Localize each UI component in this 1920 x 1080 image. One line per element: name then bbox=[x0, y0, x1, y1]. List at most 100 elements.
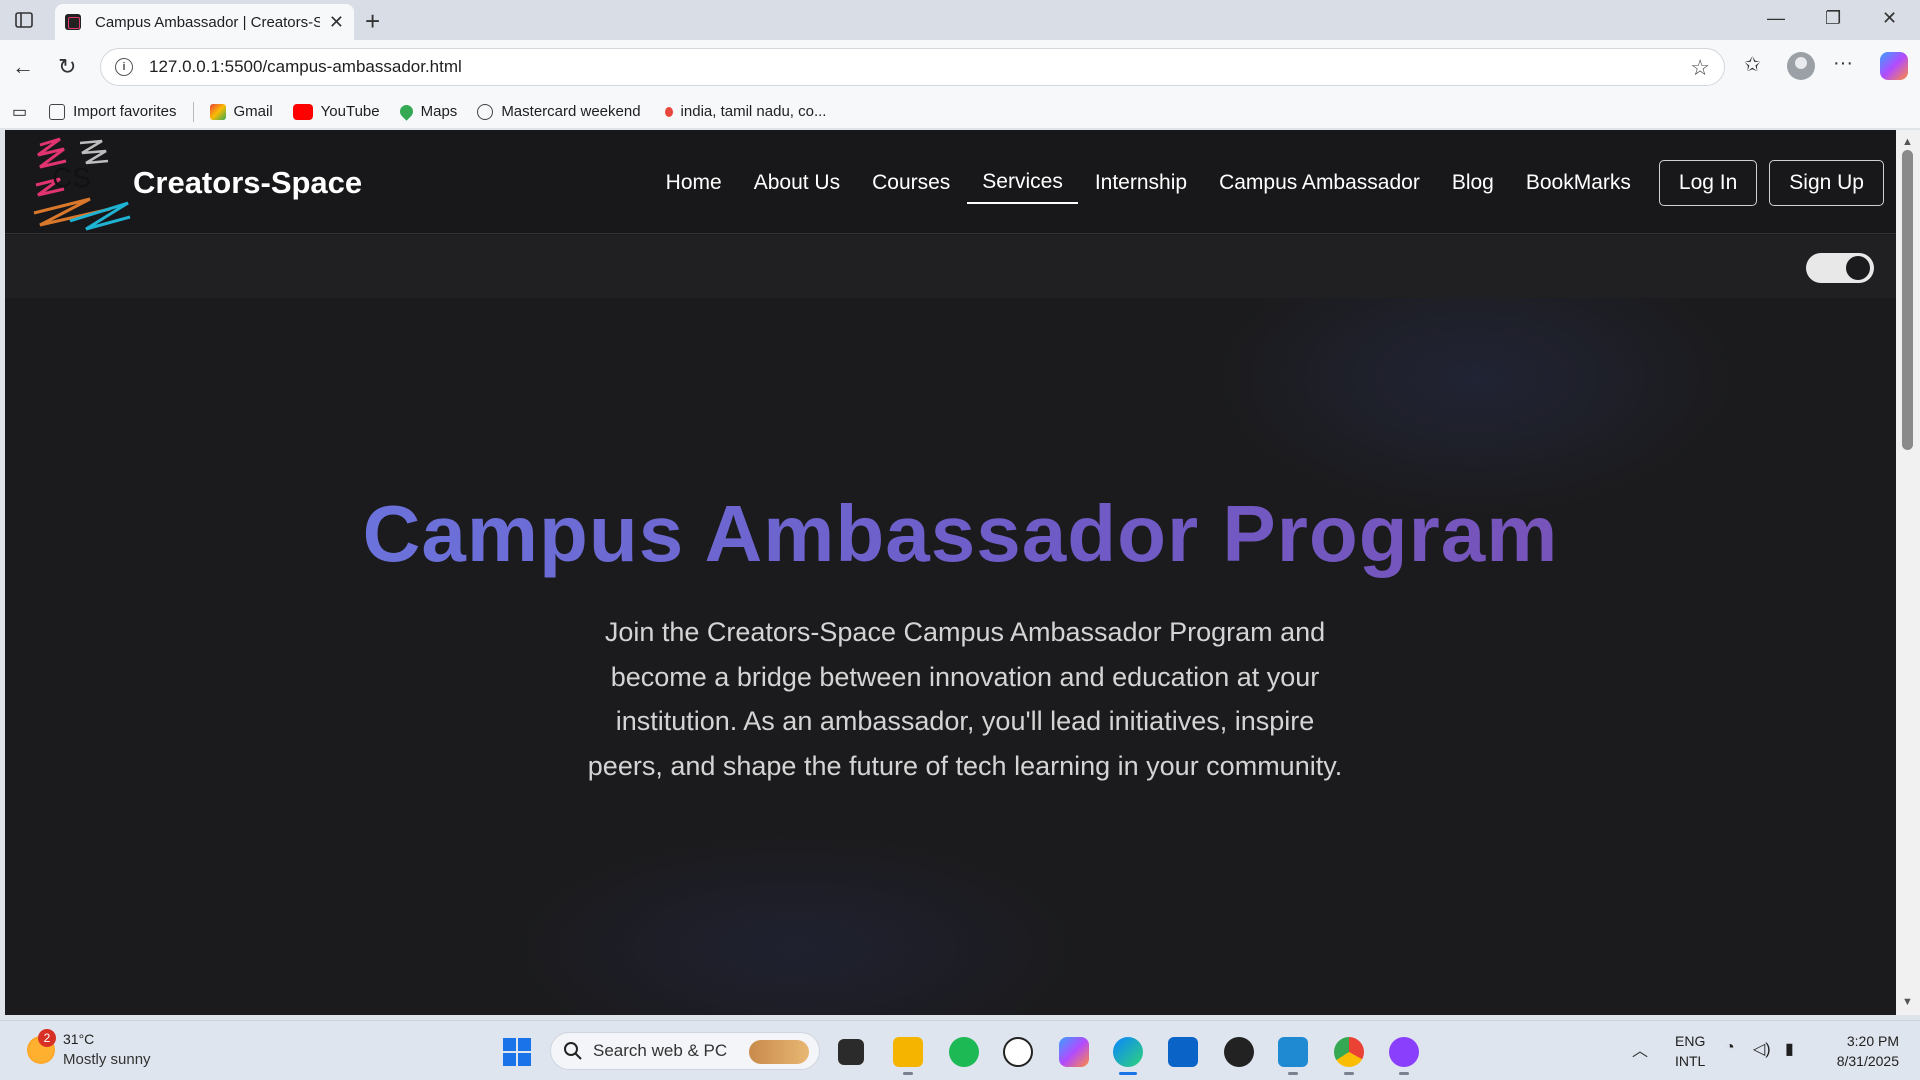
bookmark-mastercard-weekend[interactable]: Mastercard weekend bbox=[477, 103, 641, 120]
bookmark-label: Mastercard weekend bbox=[501, 103, 641, 120]
weather-badge: 2 bbox=[38, 1029, 56, 1047]
favorites-icon[interactable]: ✩ bbox=[1744, 52, 1761, 77]
logo-initials: CS bbox=[52, 162, 91, 193]
scroll-up-icon[interactable]: ▲ bbox=[1902, 136, 1913, 148]
reload-icon[interactable]: ↻ bbox=[58, 54, 76, 80]
logo[interactable]: CS bbox=[30, 133, 135, 233]
login-button[interactable]: Log In bbox=[1658, 160, 1758, 206]
bookmark-divider bbox=[192, 101, 194, 122]
sidebar-toggle-icon[interactable] bbox=[12, 9, 36, 31]
minimize-icon[interactable]: — bbox=[1767, 8, 1785, 29]
show-hidden-icons-icon[interactable]: ︿ bbox=[1632, 1037, 1648, 1061]
clock-date: 8/31/2025 bbox=[1836, 1053, 1899, 1069]
bookmark-label: Gmail bbox=[233, 103, 273, 120]
browser-toolbar: ← ↻ i 127.0.0.1:5500/campus-ambassador.h… bbox=[0, 40, 1920, 95]
tab-strip: Campus Ambassador | Creators-Space ✕ + —… bbox=[0, 0, 1920, 40]
maps-icon bbox=[396, 102, 416, 121]
copilot-icon[interactable] bbox=[1880, 52, 1908, 80]
gmail-icon bbox=[209, 103, 226, 120]
nav-campus-ambassador[interactable]: Campus Ambassador bbox=[1204, 163, 1435, 203]
theme-bar bbox=[5, 235, 1896, 298]
language-code: ENG bbox=[1675, 1033, 1706, 1049]
battery-icon[interactable]: ▮ bbox=[1785, 1039, 1794, 1059]
nav-bookmarks[interactable]: BookMarks bbox=[1511, 163, 1646, 203]
windows-start-icon[interactable] bbox=[503, 1038, 531, 1066]
bookmark-label: YouTube bbox=[320, 103, 380, 120]
close-window-icon[interactable]: ✕ bbox=[1882, 8, 1897, 29]
nav-courses[interactable]: Courses bbox=[857, 163, 965, 203]
chrome-icon[interactable] bbox=[1334, 1037, 1364, 1067]
theme-toggle[interactable] bbox=[1806, 253, 1874, 283]
bookmark-label: Maps bbox=[420, 103, 458, 120]
tab-title: Campus Ambassador | Creators-Space bbox=[95, 13, 320, 31]
taskbar-search[interactable]: Search web & PC bbox=[550, 1032, 820, 1070]
bookmark-import-favorites[interactable]: Import favorites bbox=[49, 103, 177, 120]
vscode-icon[interactable] bbox=[1278, 1037, 1308, 1067]
page-scrollbar[interactable]: ▲ ▼ bbox=[1896, 130, 1920, 1015]
bookmark-youtube[interactable]: YouTube bbox=[292, 103, 380, 120]
bookmark-gmail[interactable]: Gmail bbox=[209, 103, 273, 120]
hero-description: Join the Creators-Space Campus Ambassado… bbox=[587, 617, 1343, 781]
system-clock[interactable]: 3:20 PM 8/31/2025 bbox=[1815, 1031, 1899, 1071]
site-favicon-icon bbox=[65, 14, 81, 30]
brand-name[interactable]: Creators-Space bbox=[133, 165, 362, 201]
scroll-down-icon[interactable]: ▼ bbox=[1902, 996, 1913, 1008]
media-player-icon[interactable] bbox=[1224, 1037, 1254, 1067]
weather-temperature[interactable]: 31°C bbox=[63, 1031, 94, 1047]
search-highlight-image bbox=[749, 1040, 809, 1064]
site-header: CS Creators-Space Home About Us Courses … bbox=[5, 130, 1896, 234]
task-view-icon[interactable] bbox=[838, 1039, 864, 1065]
bookmarks-bar: ▭ Import favorites Gmail YouTube Maps Ma… bbox=[0, 95, 1920, 129]
language-indicator[interactable]: ENG INTL bbox=[1675, 1031, 1705, 1071]
collections-icon[interactable]: ▭ bbox=[12, 102, 27, 122]
volume-icon[interactable]: ◁) bbox=[1753, 1039, 1771, 1059]
site-info-icon[interactable]: i bbox=[115, 58, 133, 76]
wifi-icon[interactable]: ◔ bbox=[1725, 1039, 1735, 1057]
nav-internship[interactable]: Internship bbox=[1080, 163, 1202, 203]
bookmark-label: Import favorites bbox=[73, 103, 177, 120]
new-tab-icon[interactable]: + bbox=[365, 6, 380, 37]
youtube-icon bbox=[292, 103, 313, 120]
github-desktop-icon[interactable] bbox=[1389, 1037, 1419, 1067]
web-page: CS Creators-Space Home About Us Courses … bbox=[5, 130, 1896, 1015]
hero-section: Campus Ambassador Program Join the Creat… bbox=[5, 298, 1896, 1015]
toggle-knob bbox=[1846, 256, 1870, 280]
close-tab-icon[interactable]: ✕ bbox=[329, 12, 344, 33]
hero-title: Campus Ambassador Program bbox=[5, 488, 1896, 580]
app-active-indicator bbox=[1119, 1072, 1137, 1075]
profile-avatar[interactable] bbox=[1787, 52, 1815, 80]
signup-button[interactable]: Sign Up bbox=[1769, 160, 1884, 206]
copilot-app-icon[interactable] bbox=[1059, 1037, 1089, 1067]
bookmark-label: india, tamil nadu, co... bbox=[680, 103, 827, 120]
import-icon bbox=[49, 103, 66, 120]
fire-icon bbox=[664, 106, 673, 117]
more-menu-icon[interactable]: ··· bbox=[1833, 52, 1853, 75]
nav-about-us[interactable]: About Us bbox=[739, 163, 855, 203]
restore-icon[interactable]: ❐ bbox=[1825, 8, 1841, 29]
scroll-thumb[interactable] bbox=[1902, 150, 1913, 450]
spotify-icon[interactable] bbox=[949, 1037, 979, 1067]
nav-blog[interactable]: Blog bbox=[1437, 163, 1509, 203]
browser-tab[interactable]: Campus Ambassador | Creators-Space ✕ bbox=[55, 4, 354, 40]
nav-home[interactable]: Home bbox=[651, 163, 737, 203]
bookmark-india-tamil-nadu[interactable]: india, tamil nadu, co... bbox=[661, 103, 827, 120]
clock-time: 3:20 PM bbox=[1846, 1033, 1899, 1049]
nav-services[interactable]: Services bbox=[967, 162, 1078, 204]
bookmark-maps[interactable]: Maps bbox=[396, 102, 458, 121]
keyboard-layout: INTL bbox=[1675, 1053, 1706, 1069]
taskbar: 2 31°C Mostly sunny Search web & PC ︿ EN… bbox=[0, 1020, 1920, 1080]
url-text: 127.0.0.1:5500/campus-ambassador.html bbox=[149, 57, 462, 76]
edge-icon[interactable] bbox=[1113, 1037, 1143, 1067]
search-placeholder: Search web & PC bbox=[593, 1041, 728, 1060]
app-running-indicator bbox=[1288, 1072, 1298, 1075]
dell-icon[interactable] bbox=[1003, 1037, 1033, 1067]
weather-description[interactable]: Mostly sunny bbox=[63, 1051, 151, 1068]
back-icon[interactable]: ← bbox=[12, 54, 34, 80]
app-running-indicator bbox=[1399, 1072, 1409, 1075]
app-running-indicator bbox=[1344, 1072, 1354, 1075]
address-bar[interactable]: i 127.0.0.1:5500/campus-ambassador.html … bbox=[100, 48, 1725, 86]
favorite-star-icon[interactable]: ☆ bbox=[1690, 55, 1710, 81]
globe-icon bbox=[477, 103, 494, 120]
file-explorer-icon[interactable] bbox=[893, 1037, 923, 1067]
outlook-icon[interactable] bbox=[1168, 1037, 1198, 1067]
